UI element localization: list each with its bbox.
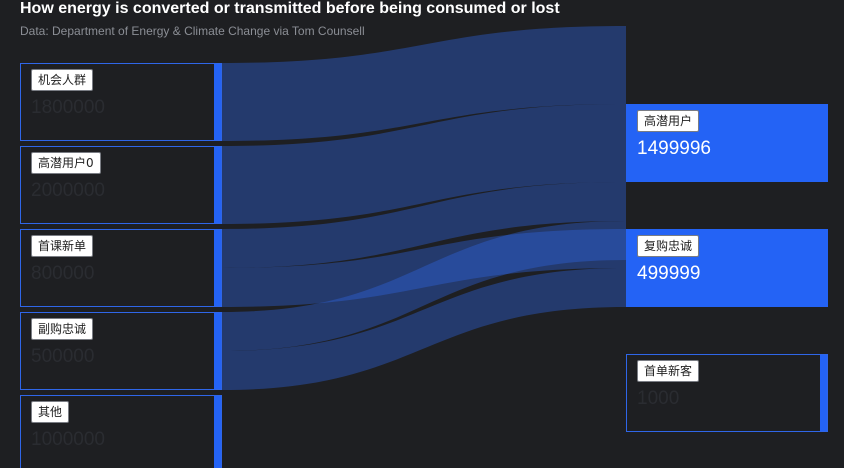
source-node-label: 副购忠诚	[31, 318, 94, 340]
source-node-bar	[214, 147, 221, 223]
target-node-value: 499999	[637, 263, 701, 284]
source-node-bar	[214, 396, 221, 468]
target-node-value: 1499996	[637, 138, 711, 159]
chart-canvas: How energy is converted or transmitted b…	[0, 0, 844, 468]
source-node-value: 2000000	[31, 180, 105, 201]
source-node-value: 1800000	[31, 97, 105, 118]
target-node-bar	[820, 355, 827, 431]
target-node-value: 1000	[637, 388, 680, 409]
source-node-value: 500000	[31, 346, 95, 367]
source-node-bar	[214, 64, 221, 140]
target-node-label: 高潜用户	[637, 110, 700, 132]
source-node-label: 首课新单	[31, 235, 94, 257]
target-node-label: 首单新客	[637, 360, 700, 382]
target-node-label: 复购忠诚	[637, 235, 700, 257]
target-node-2[interactable]: 首单新客 1000	[626, 354, 828, 432]
source-node-bar	[214, 230, 221, 306]
source-node-4[interactable]: 其他 1000000	[20, 395, 222, 468]
source-node-value: 1000000	[31, 429, 105, 450]
source-node-1[interactable]: 高潜用户0 2000000	[20, 146, 222, 224]
target-node-1[interactable]: 复购忠诚 499999	[626, 229, 828, 307]
source-node-bar	[214, 313, 221, 389]
source-node-2[interactable]: 首课新单 800000	[20, 229, 222, 307]
source-node-label: 高潜用户0	[31, 152, 101, 174]
source-node-3[interactable]: 副购忠诚 500000	[20, 312, 222, 390]
source-node-value: 800000	[31, 263, 95, 284]
source-node-label: 其他	[31, 401, 70, 423]
target-node-0[interactable]: 高潜用户 1499996	[626, 104, 828, 182]
source-node-label: 机会人群	[31, 69, 94, 91]
source-node-0[interactable]: 机会人群 1800000	[20, 63, 222, 141]
